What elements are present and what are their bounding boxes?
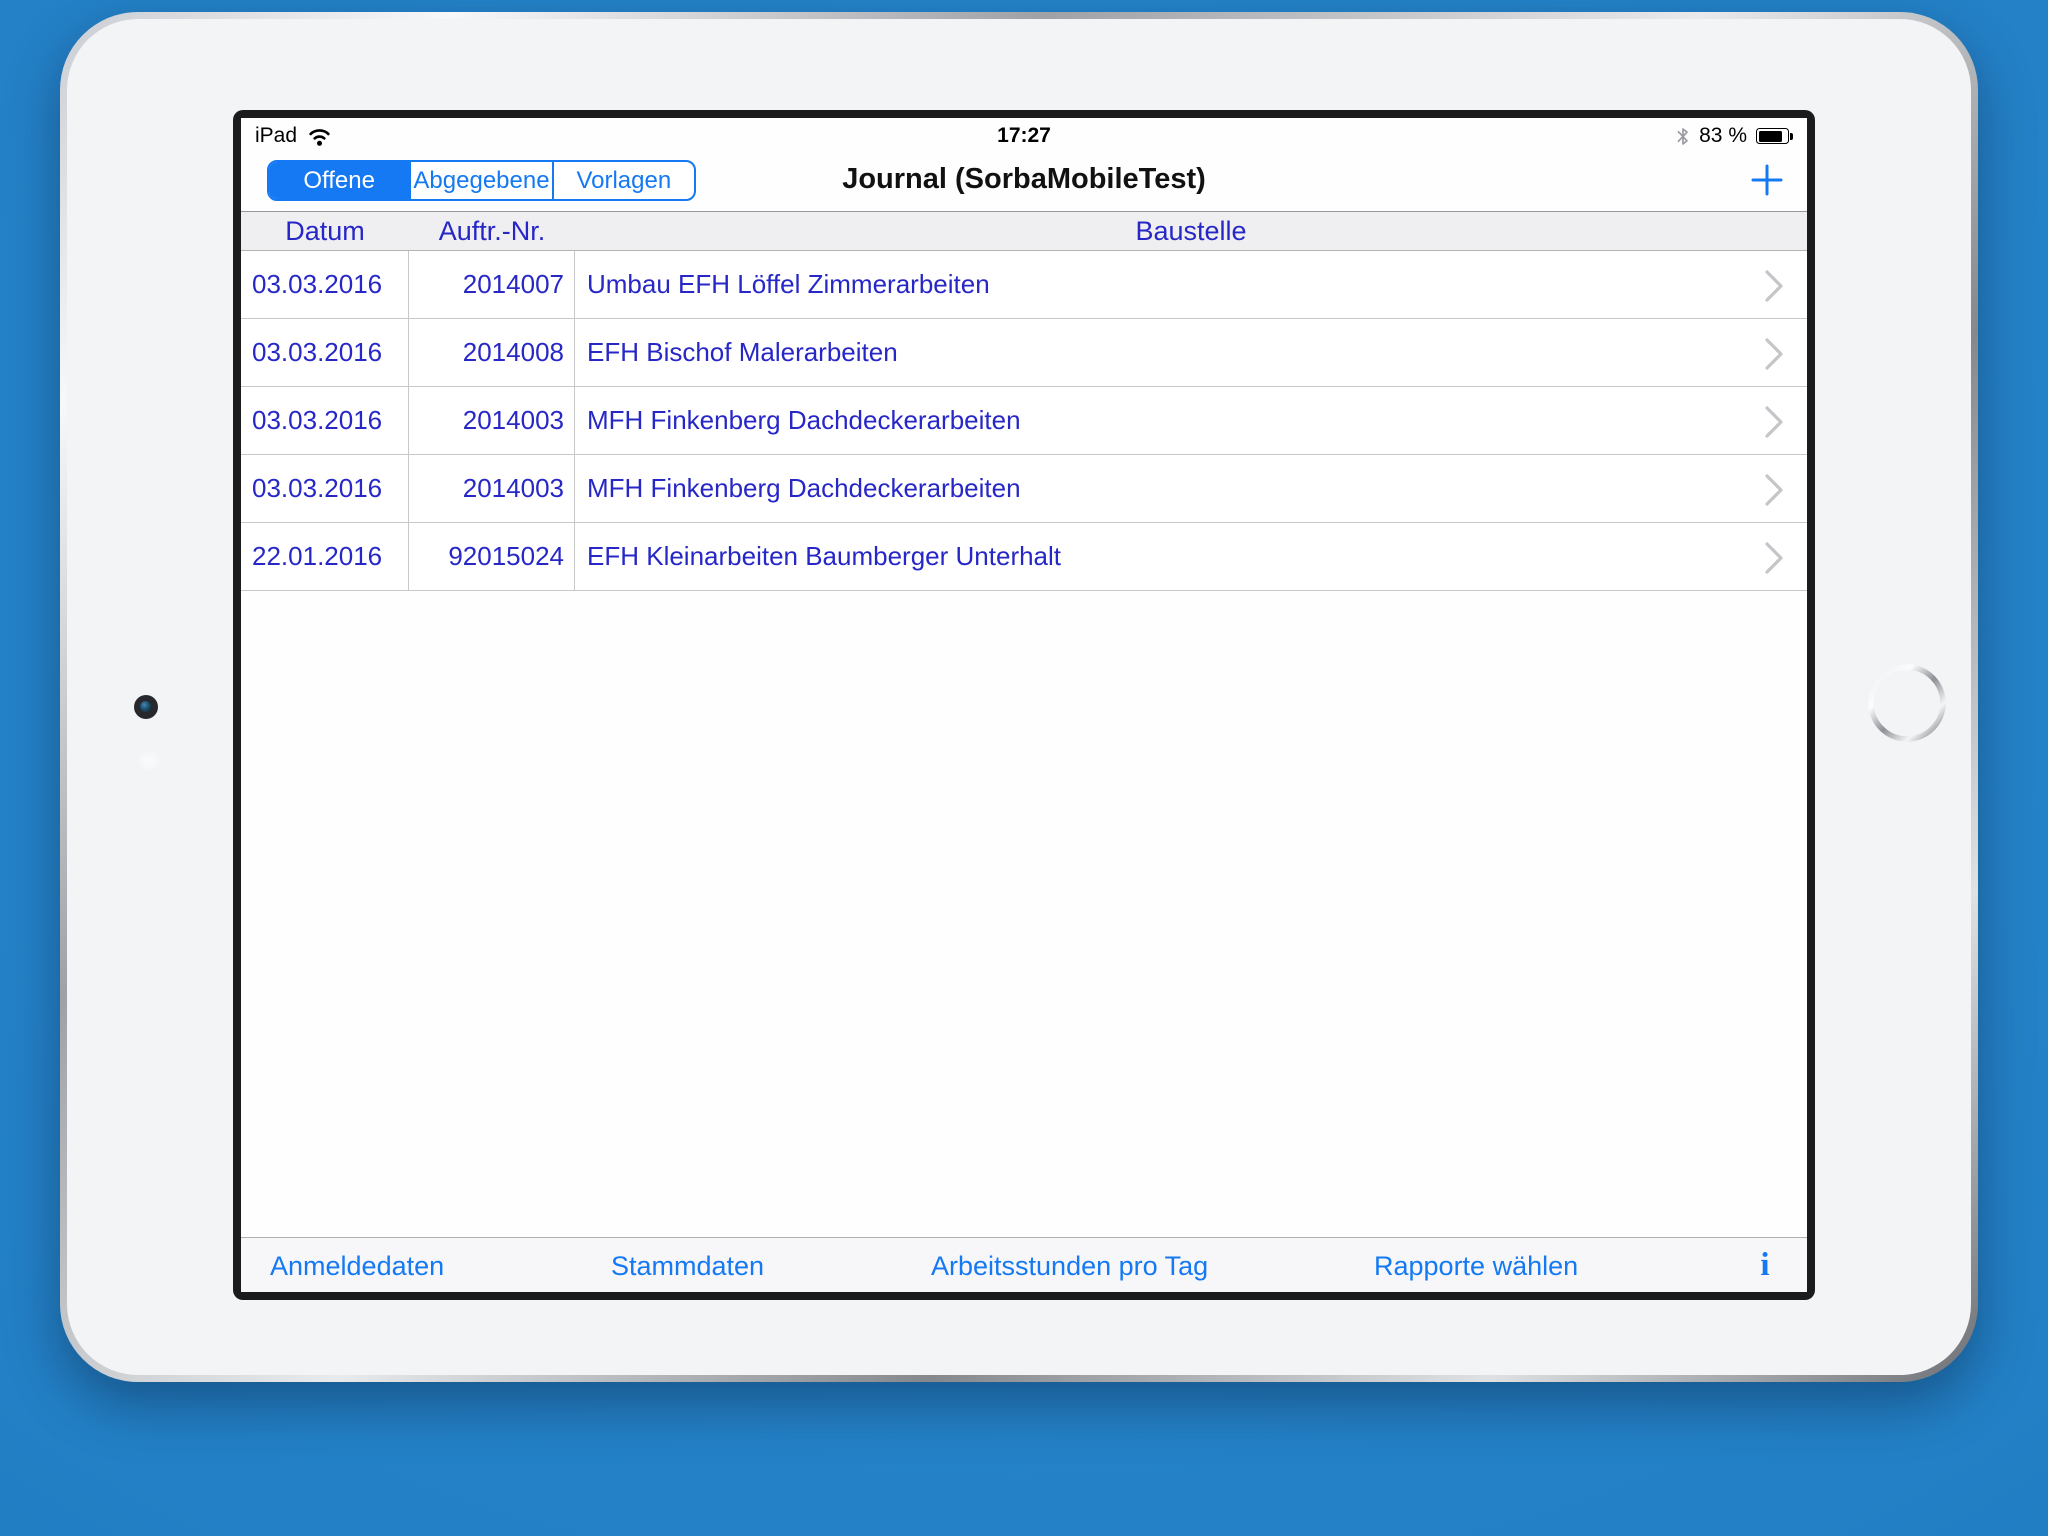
chevron-right-icon bbox=[1763, 404, 1785, 447]
status-bar: iPad 17:27 83 % bbox=[241, 118, 1807, 154]
header-datum: Datum bbox=[285, 215, 365, 246]
toolbar-rapporte[interactable]: Rapporte wählen bbox=[1374, 1251, 1578, 1282]
cell-baustelle: EFH Bischof Malerarbeiten bbox=[587, 337, 898, 367]
journal-table: Datum Auftr.-Nr. Baustelle 03.03.2016 20… bbox=[241, 211, 1807, 591]
cell-auftr-nr: 2014003 bbox=[409, 387, 575, 454]
camera-lens-icon bbox=[140, 701, 151, 712]
cell-auftr-nr: 2014003 bbox=[409, 455, 575, 522]
cell-auftr-nr: 92015024 bbox=[409, 523, 575, 590]
cell-baustelle: EFH Kleinarbeiten Baumberger Unterhalt bbox=[587, 541, 1062, 571]
header-auftr-nr: Auftr.-Nr. bbox=[438, 215, 546, 246]
journal-app: iPad 17:27 83 % Offene Abgegebene Vorlag… bbox=[241, 118, 1807, 1292]
table-row[interactable]: 22.01.2016 92015024 EFH Kleinarbeiten Ba… bbox=[241, 523, 1807, 591]
cell-auftr-nr: 2014007 bbox=[409, 251, 575, 318]
chevron-right-icon bbox=[1763, 540, 1785, 583]
chevron-right-icon bbox=[1763, 472, 1785, 515]
toolbar-anmeldedaten[interactable]: Anmeldedaten bbox=[270, 1251, 444, 1282]
toolbar-arbeitsstunden[interactable]: Arbeitsstunden pro Tag bbox=[931, 1251, 1208, 1282]
home-button-ring-icon bbox=[1868, 664, 1946, 742]
page-title: Journal (SorbaMobileTest) bbox=[842, 163, 1206, 195]
plus-icon bbox=[1751, 164, 1783, 196]
cell-auftr-nr: 2014008 bbox=[409, 319, 575, 386]
status-time: 17:27 bbox=[997, 124, 1051, 147]
cell-datum: 03.03.2016 bbox=[241, 455, 409, 522]
table-row[interactable]: 03.03.2016 2014003 MFH Finkenberg Dachde… bbox=[241, 387, 1807, 455]
ipad-screen: iPad 17:27 83 % Offene Abgegebene Vorlag… bbox=[233, 110, 1815, 1300]
add-button[interactable] bbox=[1745, 158, 1789, 202]
cell-baustelle: MFH Finkenberg Dachdeckerarbeiten bbox=[587, 405, 1021, 435]
cell-datum: 03.03.2016 bbox=[241, 251, 409, 318]
chevron-right-icon bbox=[1763, 336, 1785, 379]
bottom-toolbar: Anmeldedaten Stammdaten Arbeitsstunden p… bbox=[241, 1237, 1807, 1292]
cell-datum: 03.03.2016 bbox=[241, 387, 409, 454]
info-icon[interactable]: i bbox=[1747, 1246, 1783, 1284]
header-baustelle: Baustelle bbox=[1135, 215, 1247, 246]
nav-bar: Offene Abgegebene Vorlagen Journal (Sorb… bbox=[241, 154, 1807, 211]
cell-baustelle: Umbau EFH Löffel Zimmerarbeiten bbox=[587, 269, 990, 299]
table-row[interactable]: 03.03.2016 2014008 EFH Bischof Malerarbe… bbox=[241, 319, 1807, 387]
ipad-device-frame: iPad 17:27 83 % Offene Abgegebene Vorlag… bbox=[60, 12, 1978, 1382]
cell-baustelle: MFH Finkenberg Dachdeckerarbeiten bbox=[587, 473, 1021, 503]
camera-reflection bbox=[140, 753, 158, 769]
table-header-row: Datum Auftr.-Nr. Baustelle bbox=[241, 211, 1807, 251]
front-camera bbox=[134, 695, 158, 719]
table-row[interactable]: 03.03.2016 2014003 MFH Finkenberg Dachde… bbox=[241, 455, 1807, 523]
toolbar-stammdaten[interactable]: Stammdaten bbox=[611, 1251, 764, 1282]
cell-datum: 03.03.2016 bbox=[241, 319, 409, 386]
home-button[interactable] bbox=[1862, 658, 1952, 748]
table-row[interactable]: 03.03.2016 2014007 Umbau EFH Löffel Zimm… bbox=[241, 251, 1807, 319]
cell-datum: 22.01.2016 bbox=[241, 523, 409, 590]
chevron-right-icon bbox=[1763, 268, 1785, 311]
